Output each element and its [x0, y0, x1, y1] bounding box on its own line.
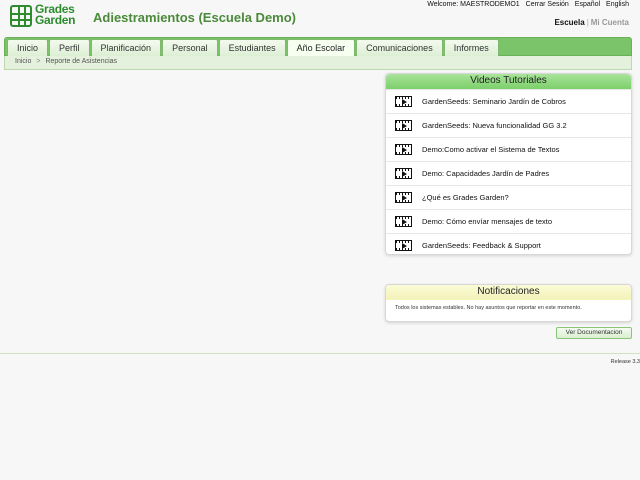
notifications-title: Notificaciones [386, 285, 631, 300]
lang-en-link[interactable]: English [606, 1, 629, 8]
lang-es-link[interactable]: Español [575, 1, 600, 8]
video-icon [395, 120, 412, 131]
notifications-panel: Notificaciones Todos los sistemas establ… [385, 284, 632, 322]
tab-ano-escolar[interactable]: Año Escolar [286, 39, 356, 56]
video-item[interactable]: Demo: Capacidades Jardín de Padres [386, 161, 631, 185]
grades-garden-logo[interactable]: Grades Garden [10, 3, 78, 27]
video-tutorials-panel: Videos Tutoriales GardenSeeds: Seminario… [385, 73, 632, 255]
context-separator: | [586, 18, 589, 27]
video-icon [395, 168, 412, 179]
video-icon [395, 192, 412, 203]
video-item-label: Demo: Capacidades Jardín de Padres [422, 169, 550, 178]
video-icon [395, 96, 412, 107]
video-item[interactable]: ¿Qué es Grades Garden? [386, 185, 631, 209]
video-icon [395, 240, 412, 251]
breadcrumb: Inicio > Reporte de Asistencias [4, 56, 632, 70]
view-documentation-button[interactable]: Ver Documentacion [556, 327, 632, 339]
tab-perfil[interactable]: Perfil [49, 39, 90, 56]
tab-personal[interactable]: Personal [162, 39, 218, 56]
welcome-text: Welcome: MAESTRODEMO1 [427, 1, 520, 8]
logo-text: Grades Garden [35, 3, 76, 27]
tab-estudiantes[interactable]: Estudiantes [218, 39, 286, 56]
video-item[interactable]: Demo:Como activar el Sistema de Textos [386, 137, 631, 161]
logo-text-line2: Garden [35, 13, 76, 27]
video-item-label: GardenSeeds: Seminario Jardín de Cobros [422, 97, 566, 106]
context-escuela-link[interactable]: Escuela [554, 18, 584, 27]
logout-link[interactable]: Cerrar Sesión [526, 1, 569, 8]
breadcrumb-current: Reporte de Asistencias [45, 58, 118, 65]
video-item-label: Demo: Cómo envíar mensajes de texto [422, 217, 553, 226]
video-icon [395, 216, 412, 227]
breadcrumb-home-link[interactable]: Inicio [15, 58, 31, 65]
breadcrumb-separator: > [36, 58, 41, 65]
tab-comunicaciones[interactable]: Comunicaciones [356, 39, 443, 56]
video-icon [395, 144, 412, 155]
video-item[interactable]: GardenSeeds: Feedback & Support [386, 233, 631, 257]
video-item[interactable]: Demo: Cómo envíar mensajes de texto [386, 209, 631, 233]
tab-planificacion[interactable]: Planificación [90, 39, 162, 56]
video-tutorials-title: Videos Tutoriales [386, 74, 631, 89]
tab-inicio[interactable]: Inicio [7, 39, 49, 56]
video-item-label: ¿Qué es Grades Garden? [422, 193, 509, 202]
main-nav: Inicio Perfil Planificación Personal Est… [4, 37, 632, 56]
footer-divider [0, 353, 640, 354]
video-item-label: GardenSeeds: Nueva funcionalidad GG 3.2 [422, 121, 567, 130]
release-version: Release 3.3 [610, 359, 640, 365]
logo-grid-icon [10, 5, 32, 27]
notifications-message: Todos los sistemas estables. No hay asun… [395, 305, 582, 311]
video-item[interactable]: GardenSeeds: Nueva funcionalidad GG 3.2 [386, 113, 631, 137]
context-mi-cuenta-link[interactable]: Mi Cuenta [591, 18, 629, 27]
top-links: Welcome: MAESTRODEMO1 Cerrar Sesión Espa… [423, 1, 629, 8]
video-item[interactable]: GardenSeeds: Seminario Jardín de Cobros [386, 89, 631, 113]
video-item-label: GardenSeeds: Feedback & Support [422, 241, 541, 250]
context-switcher: Escuela | Mi Cuenta [554, 18, 629, 27]
tab-informes[interactable]: Informes [443, 39, 499, 56]
app-title: Adiestramientos (Escuela Demo) [93, 10, 297, 25]
video-item-label: Demo:Como activar el Sistema de Textos [422, 145, 560, 154]
